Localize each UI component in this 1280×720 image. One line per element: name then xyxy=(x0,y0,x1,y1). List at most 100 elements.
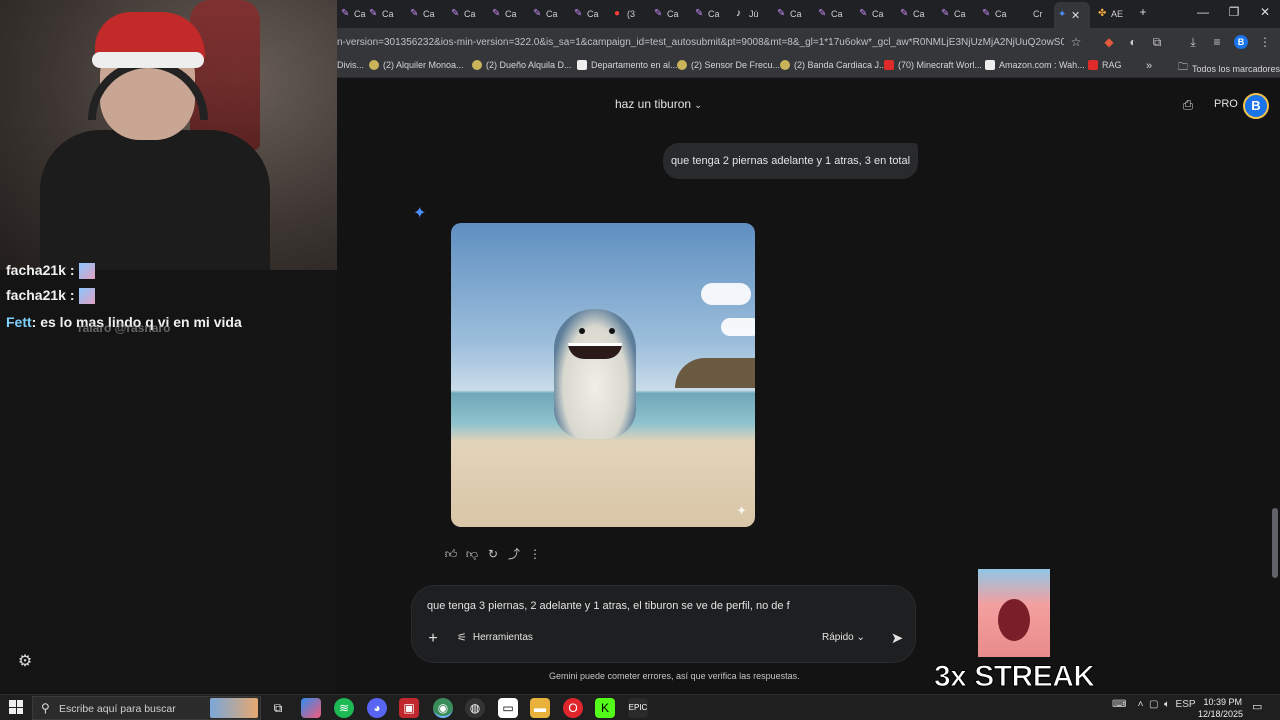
thumbs-down-icon[interactable]: 👎︎ xyxy=(464,546,480,562)
scrollbar[interactable] xyxy=(1272,508,1278,578)
task-view-icon[interactable]: ⧉ xyxy=(268,698,288,718)
tools-button[interactable]: ⚟ Herramientas xyxy=(457,631,533,644)
bookmark-item[interactable]: (2) Banda Cardiaca J... xyxy=(780,60,887,70)
download-icon[interactable]: ⤓ xyxy=(1185,34,1201,50)
bookmark-item[interactable]: (2) Alquiler Monoa... xyxy=(369,60,464,70)
browser-tab[interactable]: ✎ Ca xyxy=(406,4,446,24)
new-tab-icon[interactable]: + xyxy=(1133,5,1153,19)
youtube-icon xyxy=(1088,60,1098,70)
close-tab-icon[interactable]: ✕ xyxy=(1071,9,1080,22)
browser-tab[interactable]: ✎ Ca xyxy=(570,4,610,24)
send-button[interactable]: ➤ xyxy=(887,629,907,649)
browser-tab[interactable]: ✎ Ca xyxy=(978,4,1018,24)
capcut-icon[interactable]: ▭ xyxy=(498,698,518,718)
search-highlight-image xyxy=(210,698,258,718)
address-bar[interactable]: n-version=301356232&ios-min-version=322.… xyxy=(337,33,1064,52)
network-icon[interactable]: ▢ xyxy=(1149,699,1158,710)
kebab-menu-icon[interactable]: ⋮ xyxy=(1257,34,1273,50)
bookmark-item[interactable]: Divis... xyxy=(337,60,364,70)
browser-tab-active[interactable]: ✦ ✕ xyxy=(1054,2,1090,28)
browser-tab[interactable]: ✎ Ca xyxy=(447,4,487,24)
model-speed-select[interactable]: Rápido ⌄ xyxy=(822,632,865,643)
regenerate-icon[interactable]: ↻ xyxy=(485,546,501,562)
add-attachment-button[interactable]: + xyxy=(424,630,442,648)
browser-tab[interactable]: ✎ Ca xyxy=(365,4,405,24)
santa-decoration xyxy=(190,0,260,150)
tab-label: Ca xyxy=(464,9,476,19)
browser-tab[interactable]: ♪ Jú xyxy=(732,4,772,24)
bookmark-item[interactable]: (2) Sensor De Frecu... xyxy=(677,60,780,70)
bookmark-label: Departamento en al... xyxy=(591,60,678,70)
pro-badge[interactable]: PRO xyxy=(1214,98,1238,110)
gemini-tab-icon: ✎ xyxy=(818,8,827,19)
language-indicator[interactable]: ESP xyxy=(1176,699,1196,710)
obs-icon[interactable]: ◍ xyxy=(465,698,485,718)
media-icon[interactable]: ≡ xyxy=(1209,34,1225,50)
bookmark-item[interactable]: Amazon.com : Wah... xyxy=(985,60,1085,70)
bookmark-item[interactable]: (70) Minecraft Worl... xyxy=(884,60,982,70)
copilot-icon[interactable] xyxy=(301,698,321,718)
gemini-chat-area: haz un tiburon ⌄ ⎙ PRO B que tenga 2 pie… xyxy=(337,79,1280,694)
account-avatar[interactable]: B xyxy=(1243,93,1269,119)
thumbs-up-icon[interactable]: 👍︎ xyxy=(443,546,459,562)
tab-label: Ca xyxy=(790,9,802,19)
close-window-icon[interactable]: ✕ xyxy=(1255,5,1275,19)
extension-icon[interactable]: ◐ xyxy=(1125,34,1141,50)
speed-label: Rápido xyxy=(822,632,854,643)
share-icon[interactable]: ⤴ xyxy=(506,546,522,562)
epic-games-icon[interactable]: EPIC xyxy=(628,698,648,718)
minimize-icon[interactable]: — xyxy=(1193,5,1213,19)
windows-start-icon[interactable] xyxy=(9,700,23,714)
bookmark-label: (2) Alquiler Monoa... xyxy=(383,60,464,70)
chevron-up-icon[interactable]: ˄ xyxy=(1138,699,1144,710)
prompt-input[interactable]: que tenga 3 piernas, 2 adelante y 1 atra… xyxy=(427,600,790,612)
browser-tab[interactable]: ✎ Ca xyxy=(814,4,854,24)
bookmark-item[interactable]: (2) Dueño Alquila D... xyxy=(472,60,572,70)
more-options-icon[interactable]: ⋮ xyxy=(527,546,543,562)
extension-red-icon[interactable]: ◆ xyxy=(1101,34,1117,50)
browser-tab[interactable]: ✎ Ca xyxy=(773,4,813,24)
prompt-input-box[interactable]: que tenga 3 piernas, 2 adelante y 1 atra… xyxy=(411,585,916,663)
opera-icon[interactable]: O xyxy=(563,698,583,718)
clock[interactable]: 10:39 PM 12/18/2025 xyxy=(1198,696,1243,720)
tab-label: Ca xyxy=(587,9,599,19)
file-explorer-icon[interactable]: ▬ xyxy=(530,698,550,718)
search-icon: ⚲ xyxy=(41,701,50,715)
browser-tab[interactable]: ✎ Ca xyxy=(855,4,895,24)
spotify-icon[interactable]: ≋ xyxy=(334,698,354,718)
user-message: que tenga 2 piernas adelante y 1 atras, … xyxy=(663,143,918,179)
video-editor-icon[interactable]: ▣ xyxy=(399,698,419,718)
volume-icon[interactable]: 🔈︎ xyxy=(1164,699,1170,710)
keyboard-icon[interactable]: ⌨ xyxy=(1112,699,1126,710)
chat-separator: : xyxy=(65,262,75,278)
browser-tab[interactable]: ✎ Ca xyxy=(937,4,977,24)
chat-emote-icon xyxy=(78,263,95,280)
notifications-icon[interactable]: ▭ xyxy=(1252,700,1266,714)
webcam-feed xyxy=(0,0,337,270)
kick-icon[interactable]: K xyxy=(595,698,615,718)
bookmark-item[interactable]: Departamento en al... xyxy=(577,60,678,70)
print-icon[interactable]: ⎙ xyxy=(1180,97,1196,113)
browser-tab[interactable]: ✤ AE xyxy=(1094,4,1134,24)
discord-icon[interactable]: ◕ xyxy=(367,698,387,718)
generated-shark-image[interactable]: ✦ xyxy=(451,223,755,527)
browser-tab[interactable]: ✎ Ca xyxy=(529,4,569,24)
restore-icon[interactable]: ❐ xyxy=(1224,5,1244,19)
conversation-title[interactable]: haz un tiburon ⌄ xyxy=(615,97,702,111)
browser-tab[interactable]: ✎ Ca xyxy=(650,4,690,24)
browser-tab[interactable]: ● (3 xyxy=(610,4,650,24)
tools-icon: ⚟ xyxy=(457,632,467,644)
bookmark-item[interactable]: RAG xyxy=(1088,60,1122,70)
star-icon[interactable]: ☆ xyxy=(1068,34,1084,50)
taskbar-search[interactable]: ⚲ Escribe aquí para buscar xyxy=(32,696,261,720)
all-bookmarks-button[interactable]: 🗀 Todos los marcadores xyxy=(1178,60,1280,77)
browser-tab[interactable]: ✎ Ca xyxy=(488,4,528,24)
gear-icon[interactable]: ⚙ xyxy=(16,653,34,671)
browser-tab[interactable]: ✎ Ca xyxy=(691,4,731,24)
bookmarks-overflow-button[interactable]: » xyxy=(1146,60,1152,72)
profile-avatar[interactable]: B xyxy=(1234,35,1248,49)
puzzle-icon[interactable]: ⧉ xyxy=(1149,34,1165,50)
browser-tab[interactable]: ✎ Ca xyxy=(896,4,936,24)
tab-label: Jú xyxy=(749,9,759,19)
chrome-icon[interactable]: ◉ xyxy=(433,698,453,718)
